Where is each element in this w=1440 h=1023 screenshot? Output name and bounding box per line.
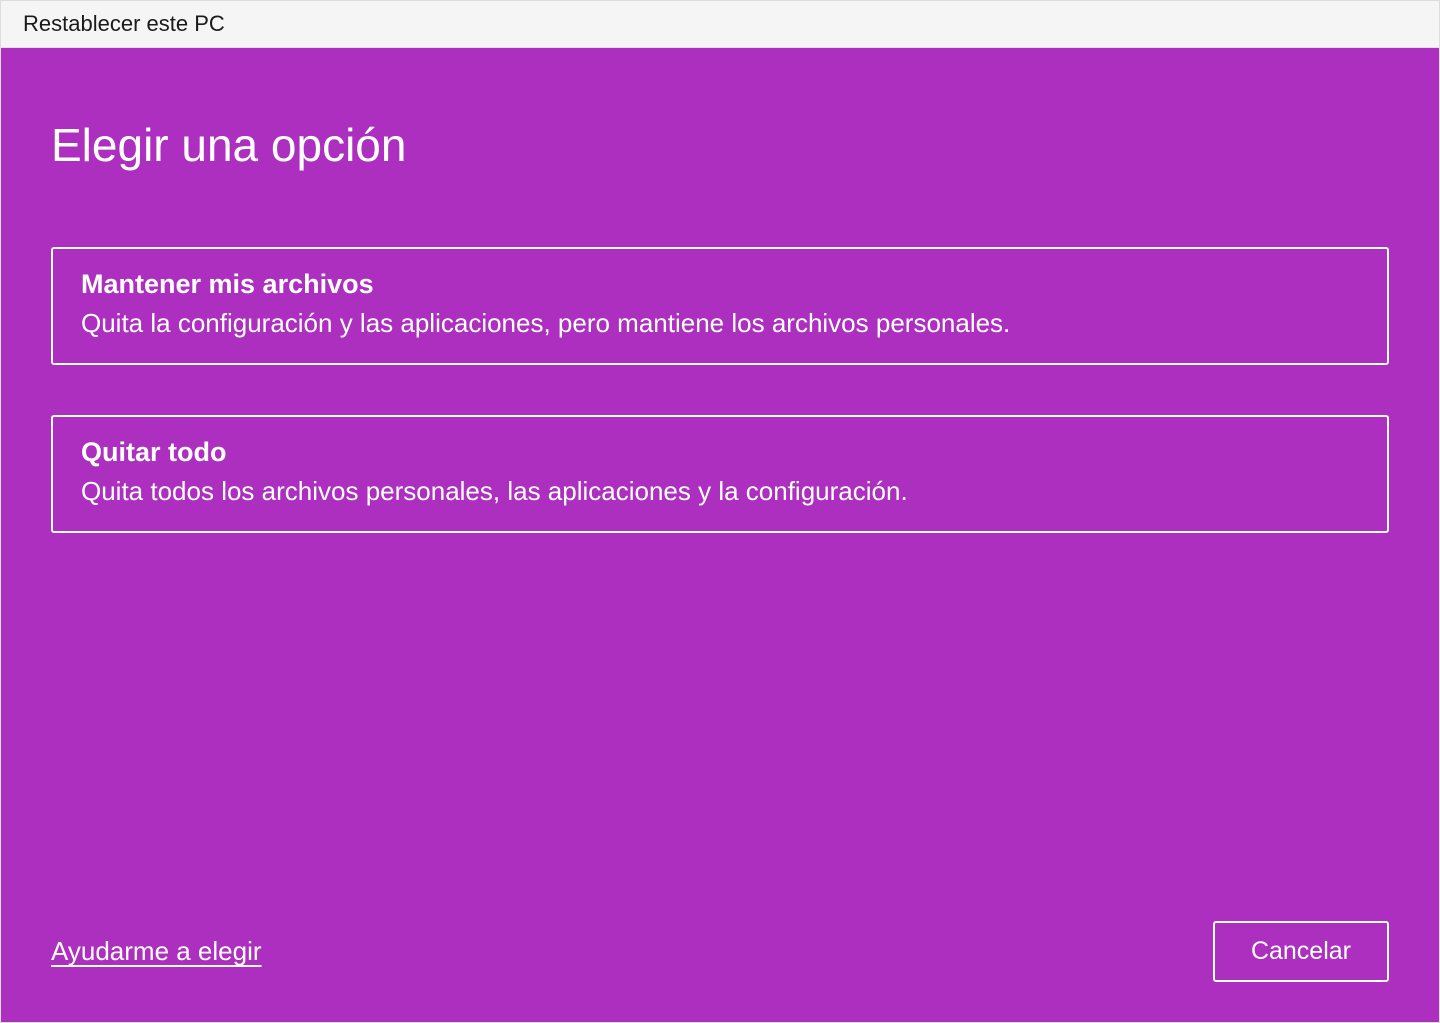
cancel-button[interactable]: Cancelar xyxy=(1213,921,1389,982)
remove-everything-option[interactable]: Quitar todo Quita todos los archivos per… xyxy=(51,415,1389,533)
title-bar: Restablecer este PC xyxy=(1,1,1439,48)
options-container: Mantener mis archivos Quita la configura… xyxy=(51,247,1389,533)
help-me-choose-link[interactable]: Ayudarme a elegir xyxy=(51,936,262,967)
option-title: Quitar todo xyxy=(81,437,1359,468)
page-heading: Elegir una opción xyxy=(51,118,1389,172)
reset-pc-dialog: Restablecer este PC Elegir una opción Ma… xyxy=(0,0,1440,1023)
content-area: Elegir una opción Mantener mis archivos … xyxy=(1,48,1439,1022)
option-description: Quita la configuración y las aplicacione… xyxy=(81,308,1359,339)
keep-files-option[interactable]: Mantener mis archivos Quita la configura… xyxy=(51,247,1389,365)
window-title: Restablecer este PC xyxy=(23,11,1417,37)
option-title: Mantener mis archivos xyxy=(81,269,1359,300)
option-description: Quita todos los archivos personales, las… xyxy=(81,476,1359,507)
footer: Ayudarme a elegir Cancelar xyxy=(51,921,1389,982)
